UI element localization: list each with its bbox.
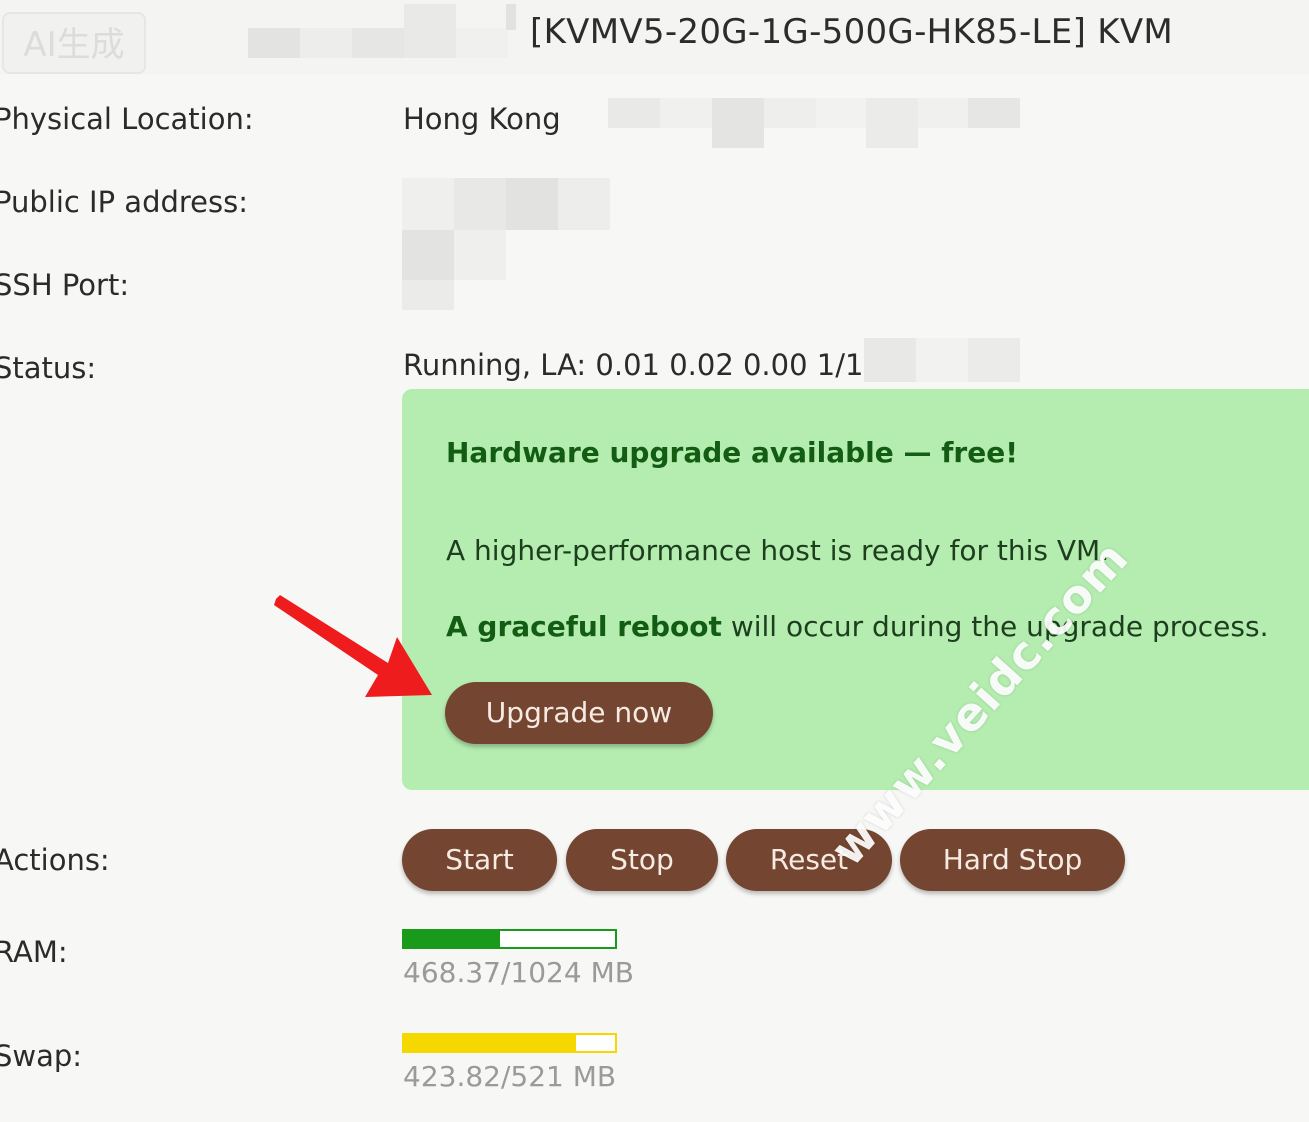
red-arrow-icon (274, 595, 432, 697)
ram-usage-text: 468.37/1024 MB (403, 956, 634, 989)
start-button[interactable]: Start (402, 829, 557, 891)
swap-label: Swap: (0, 1039, 83, 1073)
public-ip-label: Public IP address: (0, 185, 249, 219)
swap-usage-bar (402, 1033, 617, 1053)
actions-label: Actions: (0, 843, 110, 877)
ram-usage-bar (402, 929, 617, 949)
notice-message: A higher-performance host is ready for t… (446, 534, 1110, 567)
notice-title: Hardware upgrade available — free! (446, 436, 1018, 469)
location-value: Hong Kong (403, 102, 561, 136)
plan-title: [KVMV5-20G-1G-500G-HK85-LE] KVM (530, 12, 1174, 52)
status-label: Status: (0, 351, 97, 385)
notice-reboot-emphasis: A graceful reboot (446, 610, 722, 643)
status-value: Running, LA: 0.01 0.02 0.00 1/18e (403, 348, 865, 382)
ai-generated-badge: AI生成 (2, 12, 146, 74)
hard-stop-button[interactable]: Hard Stop (900, 829, 1125, 891)
upgrade-now-button[interactable]: Upgrade now (445, 682, 713, 744)
location-label: Physical Location: (0, 102, 254, 136)
notice-reboot-message: A graceful reboot will occur during the … (446, 610, 1268, 643)
ram-label: RAM: (0, 935, 68, 969)
notice-reboot-rest: will occur during the upgrade process. (721, 610, 1269, 643)
ssh-port-label: SSH Port: (0, 268, 130, 302)
ram-usage-fill (404, 931, 501, 947)
upgrade-notice: Hardware upgrade available — free! A hig… (402, 389, 1309, 790)
stop-button[interactable]: Stop (566, 829, 718, 891)
swap-usage-fill (404, 1035, 576, 1051)
swap-usage-text: 423.82/521 MB (403, 1060, 617, 1093)
